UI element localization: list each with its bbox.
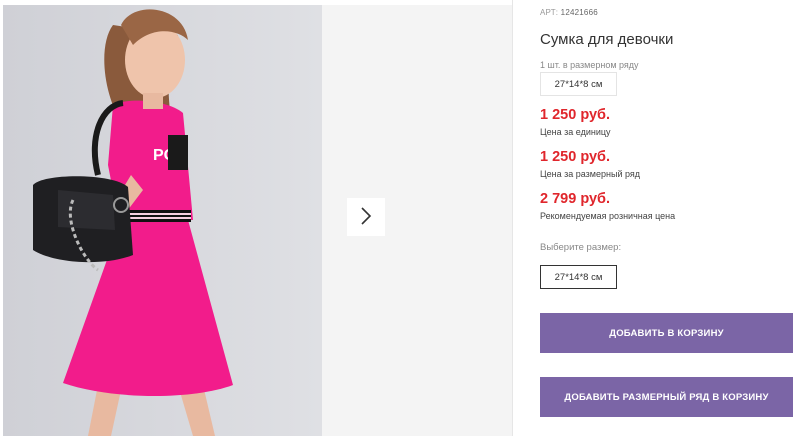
price-retail-label: Рекомендуемая розничная цена — [540, 211, 676, 221]
price-set-label: Цена за размерный ряд — [540, 169, 641, 179]
set-size-badge: 27*14*8 см — [540, 72, 617, 96]
size-picker-label: Выберите размер: — [540, 242, 622, 253]
size-option[interactable]: 27*14*8 см — [540, 265, 617, 289]
article-code: 12421666 — [560, 8, 598, 17]
product-photo-illustration: PO — [3, 5, 322, 436]
price-unit: 1 250 руб. — [540, 107, 611, 123]
product-photo[interactable]: PO — [3, 5, 322, 436]
price-retail: 2 799 руб. — [540, 191, 611, 207]
set-note: 1 шт. в размерном ряду — [540, 60, 639, 70]
product-gallery: PO — [0, 0, 512, 436]
gallery-next-button[interactable] — [347, 198, 385, 236]
article-number: АРТ: 12421666 — [540, 8, 598, 17]
add-set-to-cart-button[interactable]: ДОБАВИТЬ РАЗМЕРНЫЙ РЯД В КОРЗИНУ — [540, 377, 793, 417]
price-set: 1 250 руб. — [540, 149, 611, 165]
product-title: Сумка для девочки — [540, 31, 674, 48]
chevron-right-icon — [360, 206, 372, 228]
add-to-cart-button[interactable]: ДОБАВИТЬ В КОРЗИНУ — [540, 313, 793, 353]
article-label: АРТ: — [540, 8, 559, 17]
divider — [512, 0, 513, 436]
price-unit-label: Цена за единицу — [540, 127, 611, 137]
